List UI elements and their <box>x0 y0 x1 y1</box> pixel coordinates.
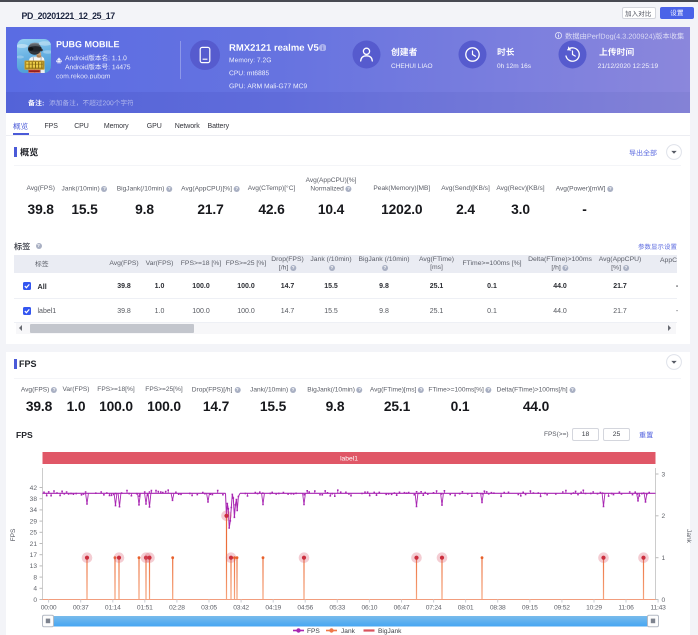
svg-text:1: 1 <box>662 555 666 562</box>
svg-text:34: 34 <box>30 507 38 514</box>
svg-text:08:01: 08:01 <box>458 605 474 612</box>
svg-text:0: 0 <box>33 597 37 604</box>
svg-text:00:37: 00:37 <box>73 605 89 612</box>
svg-text:BigJank: BigJank <box>378 628 402 635</box>
svg-text:17: 17 <box>30 552 38 559</box>
svg-text:4: 4 <box>33 586 37 593</box>
svg-text:02:28: 02:28 <box>169 605 185 612</box>
svg-text:38: 38 <box>30 496 38 503</box>
svg-text:13: 13 <box>30 563 38 570</box>
svg-text:01:51: 01:51 <box>137 605 153 612</box>
svg-text:Jank: Jank <box>341 628 356 635</box>
svg-text:03:05: 03:05 <box>201 605 217 612</box>
svg-text:00:00: 00:00 <box>41 605 57 612</box>
svg-text:08:38: 08:38 <box>490 605 506 612</box>
svg-text:06:10: 06:10 <box>362 605 378 612</box>
svg-text:04:56: 04:56 <box>297 605 313 612</box>
svg-text:FPS: FPS <box>307 628 320 635</box>
svg-text:3: 3 <box>662 471 666 478</box>
svg-text:29: 29 <box>30 518 38 525</box>
svg-text:09:15: 09:15 <box>522 605 538 612</box>
svg-text:04:19: 04:19 <box>265 605 281 612</box>
svg-text:11:43: 11:43 <box>650 605 666 612</box>
svg-text:FPS: FPS <box>10 528 17 541</box>
svg-text:05:33: 05:33 <box>329 605 345 612</box>
svg-text:07:24: 07:24 <box>426 605 442 612</box>
svg-text:0: 0 <box>662 597 666 604</box>
svg-text:11:06: 11:06 <box>618 605 634 612</box>
svg-text:Jank: Jank <box>685 529 692 544</box>
svg-text:25: 25 <box>30 530 38 537</box>
svg-text:01:14: 01:14 <box>105 605 121 612</box>
svg-text:21: 21 <box>30 541 38 548</box>
svg-text:label1: label1 <box>340 456 358 463</box>
svg-text:8: 8 <box>33 574 37 581</box>
svg-text:09:52: 09:52 <box>554 605 570 612</box>
svg-text:03:42: 03:42 <box>233 605 249 612</box>
svg-text:10:29: 10:29 <box>586 605 602 612</box>
svg-text:2: 2 <box>662 513 666 520</box>
svg-text:06:47: 06:47 <box>394 605 410 612</box>
svg-text:42: 42 <box>30 485 38 492</box>
